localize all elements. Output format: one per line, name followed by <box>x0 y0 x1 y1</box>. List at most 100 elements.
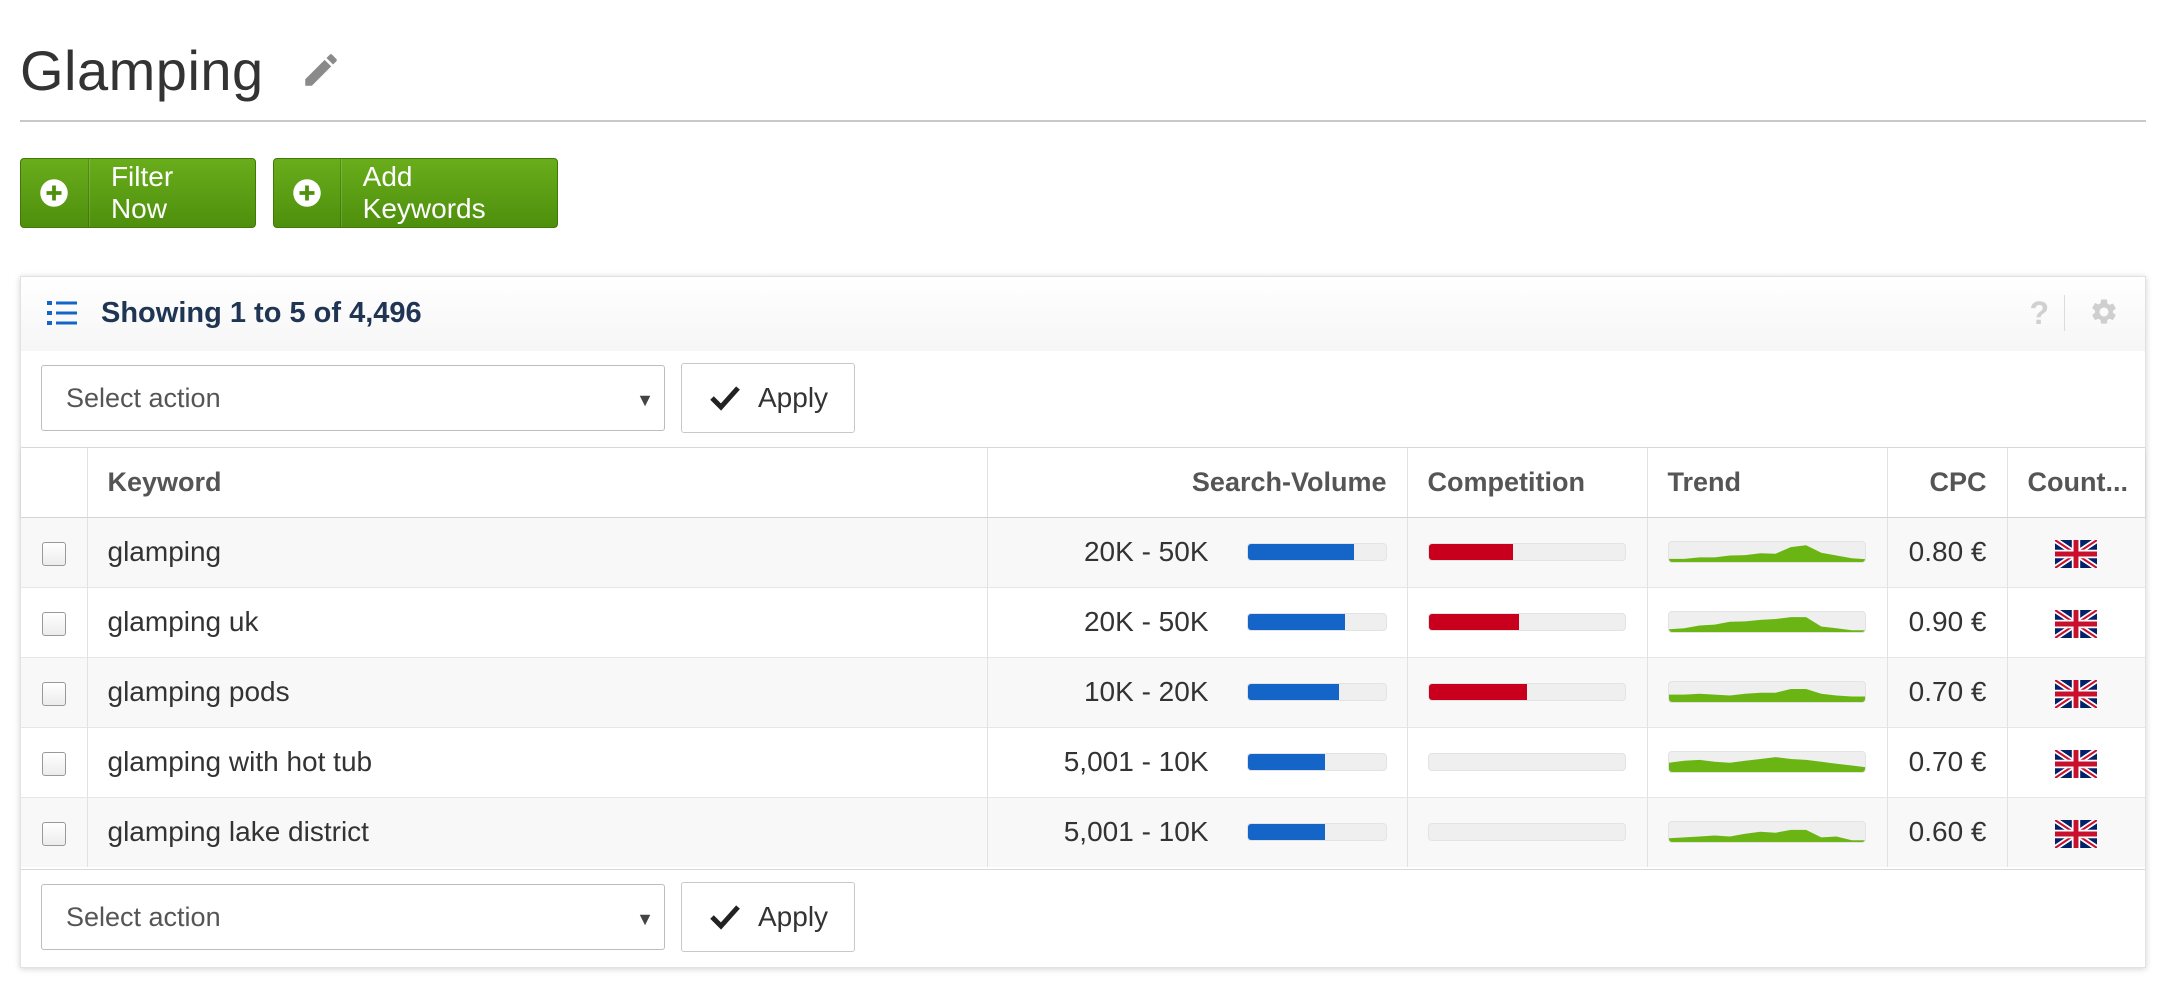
row-select-cell <box>21 797 88 867</box>
country-cell <box>2007 587 2145 657</box>
column-header-search-volume[interactable]: Search-Volume <box>987 448 1408 518</box>
column-header-country[interactable]: Count... <box>2007 448 2145 518</box>
search-volume-value: 20K - 50K <box>1083 606 1209 637</box>
title-divider <box>20 120 2146 122</box>
column-header-trend[interactable]: Trend <box>1647 448 1888 518</box>
select-column-header <box>21 448 88 518</box>
table-row[interactable]: glamping pods 10K - 20K 0.70 € <box>21 657 2145 727</box>
search-volume-bar <box>1246 823 1387 842</box>
keyword-table-panel: Showing 1 to 5 of 4,496 ? Select action … <box>20 276 2146 968</box>
trend-area <box>1668 830 1865 843</box>
uk-flag <box>2055 679 2098 708</box>
pagination-summary: Showing 1 to 5 of 4,496 <box>101 297 422 329</box>
keyword-cell[interactable]: glamping with hot tub <box>87 727 988 797</box>
competition-bar-fill <box>1428 614 1519 630</box>
search-volume-bar <box>1246 753 1387 771</box>
country-cell <box>2007 657 2145 727</box>
search-volume-value: 5,001 - 10K <box>1063 746 1209 777</box>
trend-sparkline <box>1667 821 1866 844</box>
header-separator <box>2064 295 2065 331</box>
select-action-dropdown[interactable]: Select action ▼ <box>41 884 665 950</box>
trend-area <box>1668 757 1865 772</box>
country-cell <box>2007 517 2145 587</box>
search-volume-cell: 20K - 50K <box>987 517 1408 587</box>
competition-bar-fill <box>1428 544 1513 560</box>
keyword-cell[interactable]: glamping lake district <box>87 797 988 867</box>
column-header-competition[interactable]: Competition <box>1407 448 1648 518</box>
table-row[interactable]: glamping with hot tub 5,001 - 10K 0.70 € <box>21 727 2145 797</box>
row-checkbox[interactable] <box>41 541 66 566</box>
country-cell <box>2007 727 2145 797</box>
column-header-keyword[interactable]: Keyword <box>87 448 988 518</box>
competition-bar <box>1427 683 1626 701</box>
apply-button[interactable]: Apply <box>681 363 855 433</box>
cpc-cell: 0.80 € <box>1887 517 2008 587</box>
search-volume-bar-fill <box>1247 824 1325 841</box>
search-volume-cell: 20K - 50K <box>987 587 1408 657</box>
competition-cell <box>1407 517 1648 587</box>
uk-flag <box>2055 749 2098 778</box>
add-keywords-button[interactable]: Add Keywords <box>273 158 558 228</box>
list-icon <box>47 299 77 332</box>
table-row[interactable]: glamping lake district 5,001 - 10K 0.60 … <box>21 797 2145 867</box>
search-volume-bar-fill <box>1247 684 1339 700</box>
action-bar-bottom: Select action ▼ Apply <box>21 869 2145 966</box>
gear-icon[interactable] <box>2089 297 2119 332</box>
trend-cell <box>1647 517 1888 587</box>
trend-sparkline <box>1667 751 1866 773</box>
cpc-cell: 0.70 € <box>1887 727 2008 797</box>
cpc-cell: 0.70 € <box>1887 657 2008 727</box>
search-volume-cell: 5,001 - 10K <box>987 797 1408 867</box>
plus-circle-icon <box>21 159 89 227</box>
competition-bar <box>1427 543 1626 561</box>
search-volume-bar <box>1246 543 1387 561</box>
apply-button[interactable]: Apply <box>681 882 855 952</box>
keyword-cell[interactable]: glamping <box>87 517 988 587</box>
row-checkbox[interactable] <box>41 751 66 776</box>
table-row[interactable]: glamping uk 20K - 50K 0.90 € <box>21 587 2145 657</box>
competition-bar <box>1427 823 1626 842</box>
column-header-cpc[interactable]: CPC <box>1887 448 2008 518</box>
select-action-value: Select action <box>66 901 221 932</box>
filter-now-button[interactable]: Filter Now <box>20 158 256 228</box>
competition-bar <box>1427 753 1626 771</box>
checkmark-icon <box>710 385 740 411</box>
search-volume-cell: 10K - 20K <box>987 657 1408 727</box>
filter-now-label: Filter Now <box>110 161 174 224</box>
row-select-cell <box>21 517 88 587</box>
help-icon[interactable]: ? <box>2029 295 2049 332</box>
row-checkbox[interactable] <box>41 611 66 636</box>
uk-flag <box>2055 539 2098 568</box>
trend-cell <box>1647 587 1888 657</box>
page-title: Glamping <box>20 38 264 102</box>
caret-down-icon: ▼ <box>636 390 654 410</box>
row-checkbox[interactable] <box>41 681 66 706</box>
apply-label: Apply <box>758 901 829 932</box>
caret-down-icon: ▼ <box>636 909 654 929</box>
search-volume-value: 5,001 - 10K <box>1063 816 1209 848</box>
row-checkbox[interactable] <box>41 821 66 846</box>
uk-flag <box>2055 609 2098 638</box>
panel-header: Showing 1 to 5 of 4,496 ? <box>21 277 2145 352</box>
keyword-cell[interactable]: glamping uk <box>87 587 988 657</box>
keyword-table: Keyword Search-Volume Competition Trend … <box>21 448 2145 867</box>
pencil-icon[interactable] <box>300 48 344 92</box>
cpc-cell: 0.90 € <box>1887 587 2008 657</box>
title-row: Glamping <box>20 30 344 110</box>
action-bar-top: Select action ▼ Apply <box>21 351 2145 448</box>
table-row[interactable]: glamping 20K - 50K 0.80 € <box>21 517 2145 587</box>
search-volume-bar-fill <box>1247 614 1346 630</box>
trend-cell <box>1647 797 1888 867</box>
cpc-cell: 0.60 € <box>1887 797 2008 867</box>
trend-cell <box>1647 657 1888 727</box>
uk-flag <box>2055 819 2098 848</box>
row-select-cell <box>21 657 88 727</box>
select-action-dropdown[interactable]: Select action ▼ <box>41 365 665 431</box>
search-volume-value: 20K - 50K <box>1083 536 1209 567</box>
search-volume-bar-fill <box>1247 544 1354 560</box>
trend-area <box>1668 689 1865 702</box>
search-volume-bar <box>1246 683 1387 701</box>
keyword-cell[interactable]: glamping pods <box>87 657 988 727</box>
competition-bar-fill <box>1428 684 1527 700</box>
competition-cell <box>1407 657 1648 727</box>
